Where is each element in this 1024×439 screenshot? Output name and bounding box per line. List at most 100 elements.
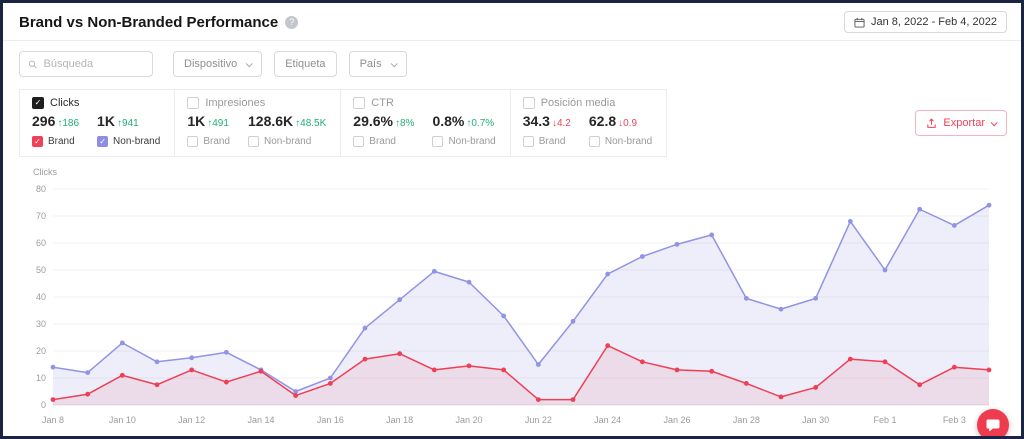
nonbrand-checkbox[interactable] (97, 136, 109, 147)
impressions-checkbox[interactable] (187, 97, 200, 109)
svg-text:40: 40 (36, 292, 46, 302)
svg-text:80: 80 (36, 184, 46, 194)
svg-text:Jan 8: Jan 8 (42, 415, 64, 425)
chevron-down-icon (390, 59, 398, 67)
date-range-label: Jan 8, 2022 - Feb 4, 2022 (871, 16, 997, 28)
nonbrand-value: 1K (97, 113, 115, 129)
chart-section: Clicks 0 10 20 30 40 50 60 70 80 Jan 8 Jan 10 Jan 1… (3, 157, 1021, 431)
device-select[interactable]: Dispositivo (173, 51, 263, 77)
header: Brand vs Non-Branded Performance ? Jan 8… (3, 3, 1021, 41)
nonbrand-value: 0.8% (432, 113, 465, 129)
nonbrand-value: 128.6K (248, 113, 294, 129)
nonbrand-toggle[interactable]: Non-brand (588, 136, 652, 147)
metric-toggle-impressions[interactable]: Impresiones (187, 97, 326, 109)
metric-cards: Clicks 296↑186 Brand 1K↑941 Non-brand (19, 89, 668, 157)
brand-value: 1K (187, 113, 206, 129)
brand-toggle[interactable]: Brand (32, 136, 79, 147)
svg-text:Jan 28: Jan 28 (733, 415, 760, 425)
brand-value: 34.3 (522, 113, 550, 129)
nonbrand-toggle[interactable]: Non-brand (432, 136, 496, 147)
brand-delta: ↑186 (57, 118, 80, 129)
country-select[interactable]: País (348, 51, 407, 77)
filter-bar: Dispositivo Etiqueta País (3, 41, 1021, 87)
svg-text:Jan 30: Jan 30 (802, 415, 829, 425)
ctr-checkbox[interactable] (353, 97, 366, 109)
nonbrand-delta: ↑48.5K (295, 118, 327, 129)
nonbrand-toggle[interactable]: Non-brand (97, 136, 160, 147)
svg-text:Jan 16: Jan 16 (317, 415, 344, 425)
metric-card-ctr: CTR 29.6% ↑8% Brand 0.8% ↑0.7% Non-brand (341, 90, 511, 156)
tag-select[interactable]: Etiqueta (274, 51, 337, 77)
svg-text:Feb 3: Feb 3 (943, 415, 966, 425)
metric-toggle-ctr[interactable]: CTR (353, 97, 495, 109)
metric-toggle-avg-position[interactable]: Posición media (522, 97, 652, 109)
metric-label: CTR (371, 97, 394, 109)
search-icon (28, 60, 37, 68)
svg-text:Jan 14: Jan 14 (247, 415, 274, 425)
brand-checkbox[interactable] (522, 136, 534, 147)
svg-text:Jan 24: Jan 24 (594, 415, 621, 425)
svg-text:50: 50 (36, 265, 46, 275)
brand-value: 29.6% (353, 113, 393, 129)
metric-label: Posición media (540, 97, 616, 109)
metric-label: Clicks (50, 97, 80, 109)
country-select-label: País (359, 58, 382, 70)
metric-card-clicks: Clicks 296↑186 Brand 1K↑941 Non-brand (20, 90, 176, 156)
metric-values: 1K ↑491 Brand 128.6K ↑48.5K Non-brand (187, 113, 326, 147)
svg-text:0: 0 (41, 400, 46, 410)
svg-text:Jan 26: Jan 26 (663, 415, 690, 425)
metric-values: 29.6% ↑8% Brand 0.8% ↑0.7% Non-brand (353, 113, 496, 147)
chat-fab[interactable] (977, 409, 1009, 436)
page-title: Brand vs Non-Branded Performance (19, 13, 279, 31)
brand-delta: ↑8% (395, 118, 415, 129)
search-input[interactable] (43, 58, 144, 70)
tag-select-label: Etiqueta (285, 58, 326, 70)
svg-text:Jan 10: Jan 10 (109, 415, 136, 425)
svg-text:Jan 12: Jan 12 (178, 415, 205, 425)
chevron-down-icon (245, 59, 253, 67)
clicks-checkbox[interactable] (32, 97, 44, 109)
brand-toggle[interactable]: Brand (187, 136, 230, 147)
export-button[interactable]: Exportar (915, 110, 1007, 136)
avg-position-checkbox[interactable] (522, 97, 535, 109)
dashboard-page: Brand vs Non-Branded Performance ? Jan 8… (0, 0, 1024, 439)
nonbrand-delta: ↑0.7% (466, 118, 495, 129)
calendar-icon (854, 17, 865, 28)
nonbrand-checkbox[interactable] (588, 136, 600, 147)
metric-values: 34.3 ↓4.2 Brand 62.8 ↓0.9 Non-brand (522, 113, 652, 147)
metric-values: 296↑186 Brand 1K↑941 Non-brand (32, 113, 160, 147)
svg-text:30: 30 (36, 319, 46, 329)
svg-text:Jan 18: Jan 18 (386, 415, 413, 425)
metric-card-impressions: Impresiones 1K ↑491 Brand 128.6K ↑48.5K No… (175, 90, 342, 156)
chat-bubble-icon (986, 419, 1000, 432)
metric-toggle-clicks[interactable]: Clicks (32, 97, 160, 109)
brand-checkbox[interactable] (187, 136, 199, 147)
brand-delta: ↑491 (207, 118, 229, 129)
nonbrand-toggle[interactable]: Non-brand (248, 136, 326, 147)
chevron-down-icon (990, 118, 998, 126)
search-box[interactable] (19, 51, 153, 77)
svg-text:20: 20 (36, 346, 46, 356)
brand-value: 296 (32, 113, 56, 129)
metrics-section: Clicks 296↑186 Brand 1K↑941 Non-brand (19, 89, 1007, 157)
svg-text:Jan 20: Jan 20 (455, 415, 482, 425)
nonbrand-delta: ↑941 (116, 118, 139, 129)
brand-toggle[interactable]: Brand (353, 136, 414, 147)
metric-card-avg-position: Posición media 34.3 ↓4.2 Brand 62.8 ↓0.9 N… (511, 90, 666, 156)
nonbrand-checkbox[interactable] (248, 136, 259, 147)
chart-y-axis-label: Clicks (33, 167, 57, 177)
nonbrand-value: 62.8 (588, 113, 617, 129)
brand-toggle[interactable]: Brand (522, 136, 571, 147)
export-label: Exportar (943, 117, 985, 129)
metric-label: Impresiones (205, 97, 266, 109)
nonbrand-delta: ↓0.9 (618, 118, 638, 129)
svg-text:10: 10 (36, 373, 46, 383)
brand-checkbox[interactable] (32, 136, 43, 147)
brand-delta: ↓4.2 (551, 118, 571, 129)
brand-checkbox[interactable] (353, 136, 365, 147)
performance-line-chart[interactable]: 0 10 20 30 40 50 60 70 80 Jan 8 Jan 10 Jan 12 Jan 14… (19, 179, 1005, 431)
nonbrand-checkbox[interactable] (432, 136, 444, 147)
date-range-button[interactable]: Jan 8, 2022 - Feb 4, 2022 (844, 11, 1007, 33)
help-icon[interactable]: ? (285, 15, 299, 29)
svg-text:Feb 1: Feb 1 (873, 415, 896, 425)
